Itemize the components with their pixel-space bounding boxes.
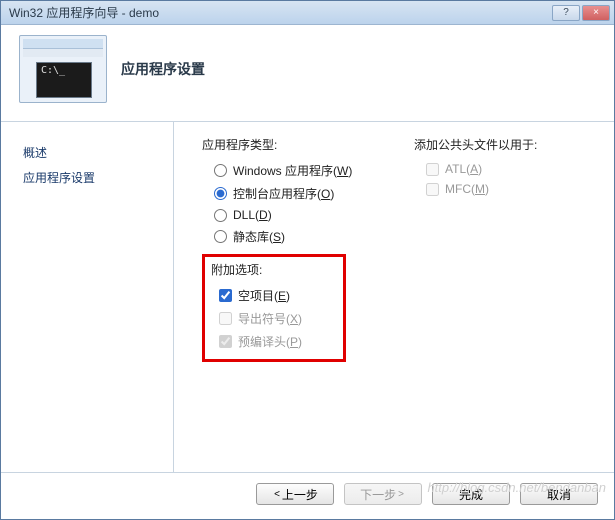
radio-label: 静态库(S)	[233, 228, 285, 245]
additional-label: 附加选项:	[205, 261, 337, 278]
titlebar-buttons: ? ×	[552, 5, 610, 21]
check-export-symbols: 导出符号(X)	[205, 307, 337, 330]
divider	[173, 122, 174, 472]
console-icon: C:\_	[36, 62, 92, 98]
right-column: 添加公共头文件以用于: ATL(A) MFC(M)	[402, 136, 600, 462]
check-label: 预编译头(P)	[238, 333, 302, 350]
radio-console-app-input[interactable]	[214, 187, 227, 200]
sidebar-item-overview[interactable]: 概述	[23, 140, 163, 165]
check-precompiled-header: 预编译头(P)	[205, 330, 337, 353]
check-label: ATL(A)	[445, 162, 482, 176]
titlebar: Win32 应用程序向导 - demo ? ×	[1, 1, 614, 25]
check-atl-input	[426, 163, 439, 176]
radio-label: DLL(D)	[233, 208, 272, 222]
finish-button[interactable]: 完成	[432, 483, 510, 505]
content: C:\_ 应用程序设置 概述 应用程序设置 应用程序类型: Windows 应用…	[1, 25, 614, 519]
check-label: 空项目(E)	[238, 287, 290, 304]
radio-label: Windows 应用程序(W)	[233, 162, 352, 179]
app-type-label: 应用程序类型:	[202, 136, 402, 153]
check-atl: ATL(A)	[414, 159, 600, 179]
footer: <上一步 下一步> 完成 取消	[1, 472, 614, 519]
page-title: 应用程序设置	[121, 59, 205, 79]
radio-windows-app[interactable]: Windows 应用程序(W)	[202, 159, 402, 182]
check-export-symbols-input	[219, 312, 232, 325]
window-title: Win32 应用程序向导 - demo	[9, 4, 159, 21]
check-label: 导出符号(X)	[238, 310, 302, 327]
headers-label: 添加公共头文件以用于:	[414, 136, 600, 153]
radio-console-app[interactable]: 控制台应用程序(O)	[202, 182, 402, 205]
wizard-icon: C:\_	[19, 35, 107, 103]
close-button[interactable]: ×	[582, 5, 610, 21]
check-precompiled-header-input	[219, 335, 232, 348]
header-band: C:\_ 应用程序设置	[1, 25, 614, 122]
chevron-left-icon: <	[274, 489, 280, 500]
check-empty-project[interactable]: 空项目(E)	[205, 284, 337, 307]
body: 概述 应用程序设置 应用程序类型: Windows 应用程序(W) 控制台应用程…	[1, 122, 614, 472]
radio-windows-app-input[interactable]	[214, 164, 227, 177]
left-column: 应用程序类型: Windows 应用程序(W) 控制台应用程序(O) DLL(D…	[202, 136, 402, 462]
sidebar-item-settings[interactable]: 应用程序设置	[23, 165, 163, 190]
additional-options-highlight: 附加选项: 空项目(E) 导出符号(X) 预编译头(P)	[202, 254, 346, 362]
chevron-right-icon: >	[398, 489, 404, 500]
sidebar: 概述 应用程序设置	[1, 122, 173, 472]
cancel-button[interactable]: 取消	[520, 483, 598, 505]
radio-dll[interactable]: DLL(D)	[202, 205, 402, 225]
wizard-window: Win32 应用程序向导 - demo ? × C:\_ 应用程序设置 概述 应…	[0, 0, 615, 520]
next-button: 下一步>	[344, 483, 422, 505]
check-mfc: MFC(M)	[414, 179, 600, 199]
check-mfc-input	[426, 183, 439, 196]
radio-dll-input[interactable]	[214, 209, 227, 222]
radio-label: 控制台应用程序(O)	[233, 185, 334, 202]
help-button[interactable]: ?	[552, 5, 580, 21]
check-empty-project-input[interactable]	[219, 289, 232, 302]
radio-static-lib-input[interactable]	[214, 230, 227, 243]
check-label: MFC(M)	[445, 182, 489, 196]
radio-static-lib[interactable]: 静态库(S)	[202, 225, 402, 248]
prev-button[interactable]: <上一步	[256, 483, 334, 505]
main-panel: 应用程序类型: Windows 应用程序(W) 控制台应用程序(O) DLL(D…	[174, 122, 614, 472]
